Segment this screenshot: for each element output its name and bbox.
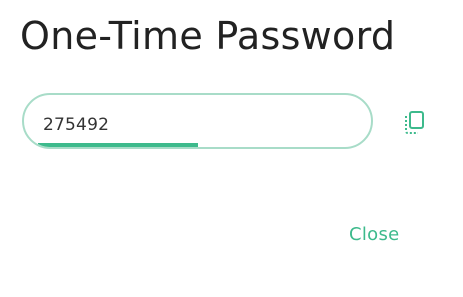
otp-code-value[interactable]: 275492 <box>43 115 109 135</box>
copy-button[interactable] <box>403 110 427 136</box>
close-button[interactable]: Close <box>349 224 400 245</box>
otp-expiry-progress-fill <box>38 143 198 147</box>
copy-icon <box>405 111 424 134</box>
dialog-title: One-Time Password <box>20 14 396 58</box>
otp-expiry-progress <box>38 143 357 147</box>
otp-code-field[interactable]: 275492 <box>22 93 373 149</box>
